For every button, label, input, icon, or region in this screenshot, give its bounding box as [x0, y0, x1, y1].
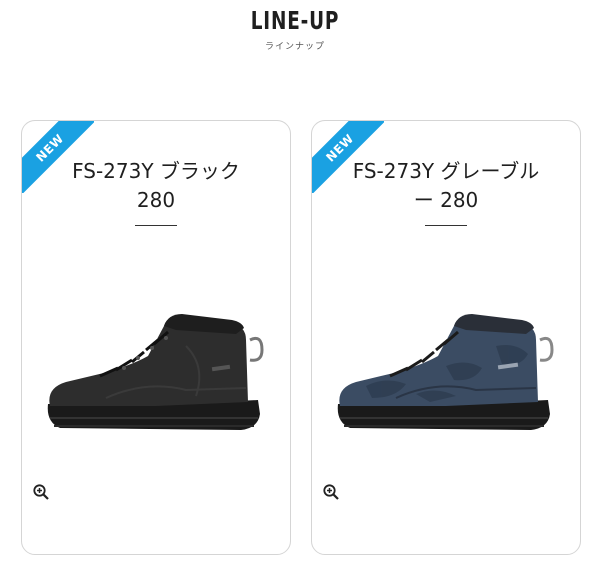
section-title: LINE-UP [250, 6, 340, 35]
title-divider [135, 225, 177, 226]
product-name[interactable]: FS-273Y ブラック 280 [42, 157, 270, 215]
zoom-in-icon[interactable] [32, 483, 50, 501]
section-header: LINE-UP ラインナップ [0, 6, 590, 52]
product-card-gray-blue[interactable]: NEW FS-273Y グレーブル ー 280 [311, 120, 581, 555]
section-subtitle: ラインナップ [264, 42, 325, 52]
product-name-line2: 280 [136, 188, 176, 212]
product-card-black[interactable]: NEW FS-273Y ブラック 280 [21, 120, 291, 555]
title-divider [425, 225, 467, 226]
zoom-in-icon[interactable] [322, 483, 340, 501]
product-name[interactable]: FS-273Y グレーブル ー 280 [332, 157, 560, 215]
product-name-line1: FS-273Y ブラック [72, 159, 240, 183]
product-name-line2: ー 280 [413, 188, 479, 212]
product-image-boot-black[interactable] [36, 306, 276, 446]
product-name-line1: FS-273Y グレーブル [352, 159, 540, 183]
product-image-boot-gray-blue[interactable] [326, 306, 566, 446]
